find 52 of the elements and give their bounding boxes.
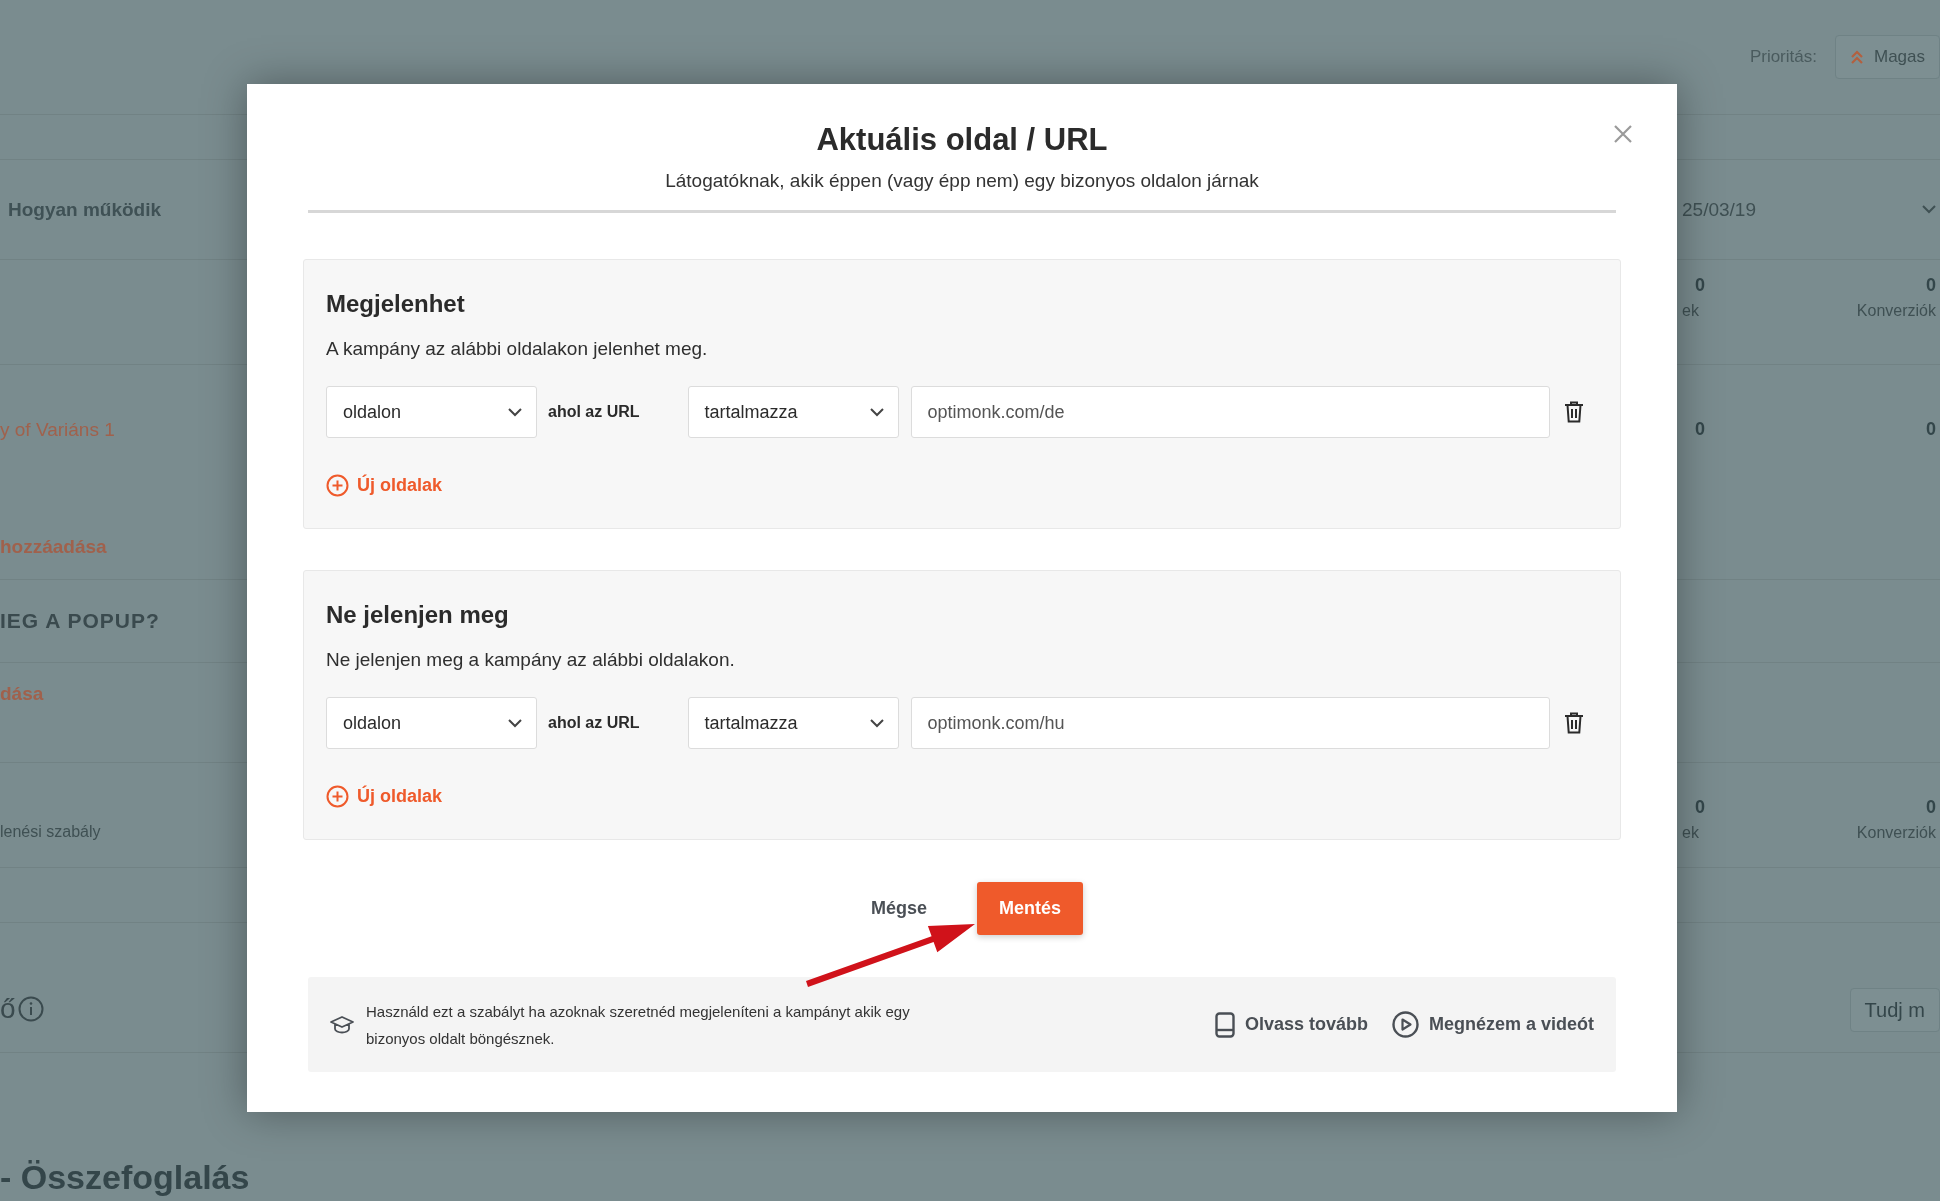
stat-value: 0: [1694, 275, 1705, 296]
background-text: lenési szabály: [0, 823, 102, 841]
double-chevron-up-icon: [1849, 49, 1864, 65]
page-select[interactable]: oldalon: [326, 697, 537, 749]
operator-select[interactable]: tartalmazza: [687, 697, 899, 749]
section-title: Megjelenhet: [326, 290, 466, 318]
condition-label: ahol az URL: [548, 714, 640, 732]
info-icon: [17, 996, 44, 1022]
stat-value: 0: [1694, 419, 1705, 440]
chevron-down-icon: [869, 407, 884, 417]
page-select[interactable]: oldalon: [326, 386, 537, 438]
stat-value: 0: [1694, 797, 1705, 818]
background-text: y of Variáns 1: [0, 419, 116, 441]
delete-button[interactable]: [1563, 712, 1584, 734]
condition-label: ahol az URL: [548, 403, 640, 421]
stat-value: 0: [1925, 419, 1936, 440]
stat-value: 0: [1925, 797, 1936, 818]
cancel-button[interactable]: Mégse: [870, 898, 927, 919]
url-input[interactable]: optimonk.com/de: [910, 386, 1550, 438]
chevron-down-icon: [869, 718, 884, 728]
plus-circle-icon: [326, 785, 349, 808]
trash-icon: [1563, 401, 1584, 423]
trash-icon: [1563, 712, 1584, 734]
background-text: - Összefoglalás: [0, 1158, 251, 1197]
modal-title: Aktuális oldal / URL: [815, 122, 1109, 158]
help-link[interactable]: Olvass tovább: [1214, 1011, 1368, 1038]
help-text: Használd ezt a szabályt ha azoknak szeretnéd megjeleníteni a kampányt akik egy bizonyos oldalt böngésznek.: [366, 1001, 911, 1049]
stat-label: Konverziók: [1856, 302, 1936, 320]
url-input[interactable]: optimonk.com/hu: [910, 697, 1550, 749]
book-icon: [1214, 1011, 1235, 1038]
chevron-down-icon: [508, 718, 522, 728]
section-title: Ne jelenjen meg: [326, 601, 510, 629]
stat-label: ek: [1682, 302, 1699, 320]
stat-label: Konverziók: [1856, 824, 1936, 842]
stat-value: 0: [1925, 275, 1936, 296]
graduation-cap-icon: [330, 1014, 354, 1035]
chevron-down-icon: [1922, 205, 1936, 214]
play-icon: [1391, 1011, 1419, 1038]
help-link[interactable]: Megnézem a videót: [1391, 1011, 1594, 1038]
delete-button[interactable]: [1563, 401, 1584, 423]
stat-label: ek: [1682, 824, 1699, 842]
plus-circle-icon: [326, 474, 349, 497]
background-text: ő: [0, 993, 16, 1025]
background-text: Hogyan működik: [7, 198, 163, 221]
section-description: Ne jelenjen meg a kampány az alábbi oldalakon.: [326, 649, 736, 671]
chevron-down-icon: [508, 407, 522, 417]
background-text: dása: [0, 683, 45, 705]
operator-select[interactable]: tartalmazza: [687, 386, 899, 438]
background-text: IEG A POPUP?: [0, 609, 161, 633]
section-description: A kampány az alábbi oldalakon jelenhet meg.: [326, 338, 709, 360]
background-text: hozzáadása: [0, 536, 108, 558]
modal-subtitle: Látogatóknak, akik éppen (vagy épp nem) egy bizonyos oldalon járnak: [664, 170, 1260, 192]
